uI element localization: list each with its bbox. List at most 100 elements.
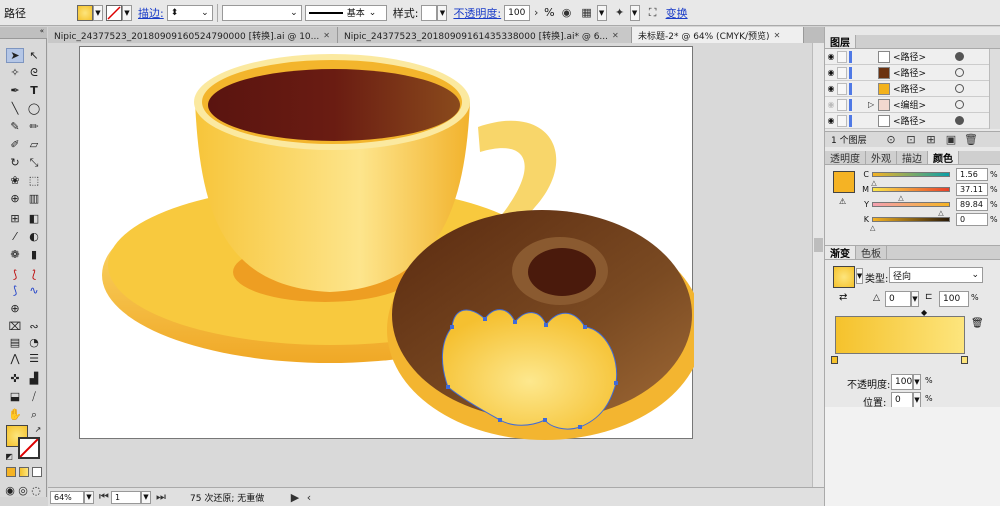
isolate-icon[interactable]: ⛶: [645, 5, 661, 21]
color-mode-button[interactable]: [6, 467, 16, 477]
gradient-opacity-input[interactable]: 100: [891, 374, 913, 390]
lock-toggle[interactable]: [837, 98, 847, 111]
gradient-ramp[interactable]: [835, 316, 965, 354]
eye-icon[interactable]: ◉: [825, 116, 837, 125]
transform-panel-link[interactable]: 变换: [666, 5, 688, 21]
layer-name[interactable]: <路径>: [893, 50, 951, 63]
gradient-location-input[interactable]: 0: [891, 392, 913, 408]
eyedropper-tool-icon[interactable]: ⁄: [6, 229, 24, 244]
gradient-preset-dropdown-icon[interactable]: ▼: [856, 268, 863, 284]
gradient-type-select[interactable]: 径向 ⌄: [889, 267, 983, 283]
tab-document-2[interactable]: Nipic_24377523_20180909161435338000 [转换]…: [338, 27, 632, 43]
status-menu-icon[interactable]: ▶: [290, 489, 300, 505]
expand-arrow-icon[interactable]: ▷: [868, 100, 878, 109]
reverse-gradient-icon[interactable]: ⇄: [839, 292, 847, 303]
select-similar-dropdown-icon[interactable]: ▼: [629, 4, 640, 21]
gradient-preview-swatch[interactable]: [833, 266, 855, 288]
gradient-mode-button[interactable]: [19, 467, 29, 477]
magic-wand-icon[interactable]: ✦: [612, 5, 628, 21]
perspective-grid-tool-icon[interactable]: ▥: [25, 191, 43, 206]
direct-selection-tool-icon[interactable]: ↖: [25, 48, 43, 63]
layer-name[interactable]: <路径>: [893, 114, 951, 127]
target-icon[interactable]: [955, 68, 964, 77]
layer-row[interactable]: ◉ <路径>: [825, 113, 989, 129]
magic-wand-tool-icon[interactable]: ✧: [6, 65, 24, 80]
pencil-tool-icon[interactable]: ✏: [25, 119, 43, 134]
lock-toggle[interactable]: [837, 114, 847, 127]
scale-tool-icon[interactable]: ⤡: [25, 155, 43, 170]
zigzag-tool-icon[interactable]: ⋀: [6, 351, 24, 366]
scrollbar-thumb[interactable]: [814, 238, 823, 252]
tab-gradient[interactable]: 渐变: [825, 246, 856, 260]
curvature-tool-icon[interactable]: ∿: [25, 283, 43, 298]
artboard-dropdown-icon[interactable]: ▼: [141, 490, 151, 504]
delete-layer-icon[interactable]: 🗑: [963, 132, 979, 148]
close-icon[interactable]: ✕: [612, 31, 619, 40]
target-icon[interactable]: [955, 116, 964, 125]
target-icon[interactable]: [955, 84, 964, 93]
y-value-input[interactable]: 89.84: [956, 198, 988, 211]
stroke-color-box[interactable]: [18, 437, 40, 459]
tab-document-3[interactable]: 未标题-2* @ 64% (CMYK/预览) ✕: [632, 27, 804, 43]
layer-row[interactable]: ◉ <路径>: [825, 81, 989, 97]
tab-swatches[interactable]: 色板: [856, 246, 887, 260]
default-colors-icon[interactable]: ◩: [4, 451, 14, 461]
clipping-mask-icon[interactable]: ⊡: [903, 132, 919, 148]
vertical-scrollbar[interactable]: [812, 43, 824, 487]
lock-toggle[interactable]: [837, 66, 847, 79]
align-dropdown-icon[interactable]: ▼: [596, 4, 607, 21]
coffee-donut-artwork[interactable]: [80, 47, 703, 440]
style-swatch[interactable]: [421, 4, 438, 21]
selection-tool-icon[interactable]: ➤: [6, 48, 24, 63]
tab-layers[interactable]: 图层: [825, 35, 856, 49]
layer-row[interactable]: ◉ <路径>: [825, 65, 989, 81]
stroke-weight-input[interactable]: ⬍ ⌄: [166, 4, 213, 21]
symbol-sprayer-tool-icon[interactable]: ❁: [6, 247, 24, 262]
chevron-right-icon[interactable]: ›: [532, 5, 540, 21]
eye-icon[interactable]: ◉: [825, 52, 837, 61]
chart-tool-icon[interactable]: ▤: [6, 335, 24, 350]
target-icon[interactable]: [955, 100, 964, 109]
none-mode-button[interactable]: [32, 467, 42, 477]
blob-brush-tool-icon[interactable]: ✐: [6, 137, 24, 152]
tab-appearance[interactable]: 外观: [866, 151, 897, 165]
stroke-panel-link[interactable]: 描边:: [138, 5, 164, 21]
variable-width-profile[interactable]: ⌄: [221, 4, 302, 21]
tools-panel-header[interactable]: «: [0, 27, 47, 39]
first-artboard-icon[interactable]: ⏮: [99, 489, 109, 505]
fill-swatch-button[interactable]: [77, 4, 93, 21]
angle-input[interactable]: 0: [885, 291, 911, 307]
artboard-number-input[interactable]: 1: [111, 490, 141, 504]
tab-color[interactable]: 颜色: [928, 151, 959, 165]
free-transform-tool-icon[interactable]: ⬚: [25, 173, 43, 188]
angle-dropdown-icon[interactable]: ▼: [911, 291, 919, 307]
type-tool-icon[interactable]: T: [25, 83, 43, 98]
recolor-artwork-icon[interactable]: ◉: [559, 5, 575, 21]
lock-toggle[interactable]: [837, 82, 847, 95]
eyedrop-tool-icon[interactable]: ✜: [6, 371, 24, 386]
shape-builder-tool-icon[interactable]: ⊕: [6, 191, 24, 206]
scroll-left-icon[interactable]: ‹: [304, 489, 314, 505]
gradient-opacity-dropdown-icon[interactable]: ▼: [913, 374, 921, 390]
layer-name[interactable]: <路径>: [893, 66, 951, 79]
layer-name[interactable]: <路径>: [893, 82, 951, 95]
m-value-input[interactable]: 37.11: [956, 183, 988, 196]
target-icon[interactable]: [955, 52, 964, 61]
layer-row[interactable]: ◉ ▷ <编组>: [825, 97, 989, 113]
pen-tool-icon[interactable]: ✒: [6, 83, 24, 98]
artboard[interactable]: [79, 46, 703, 440]
eye-icon[interactable]: ◉: [825, 100, 837, 109]
draw-inside-icon[interactable]: ◌: [30, 483, 42, 498]
gradient-stop-start[interactable]: [831, 356, 838, 364]
draw-behind-icon[interactable]: ◎: [17, 483, 29, 498]
warp-tool-icon[interactable]: ❀: [6, 173, 24, 188]
anchor-tool-icon[interactable]: ⟆: [6, 283, 24, 298]
lock-toggle[interactable]: [837, 50, 847, 63]
eye-icon[interactable]: ◉: [825, 68, 837, 77]
live-paint-tool-icon[interactable]: ▟: [25, 371, 43, 386]
rotate-tool-icon[interactable]: ↻: [6, 155, 24, 170]
style-dropdown-icon[interactable]: ▼: [437, 4, 448, 21]
gradient-location-dropdown-icon[interactable]: ▼: [913, 392, 921, 408]
new-layer-icon[interactable]: ▣: [943, 132, 959, 148]
k-value-input[interactable]: 0: [956, 213, 988, 226]
